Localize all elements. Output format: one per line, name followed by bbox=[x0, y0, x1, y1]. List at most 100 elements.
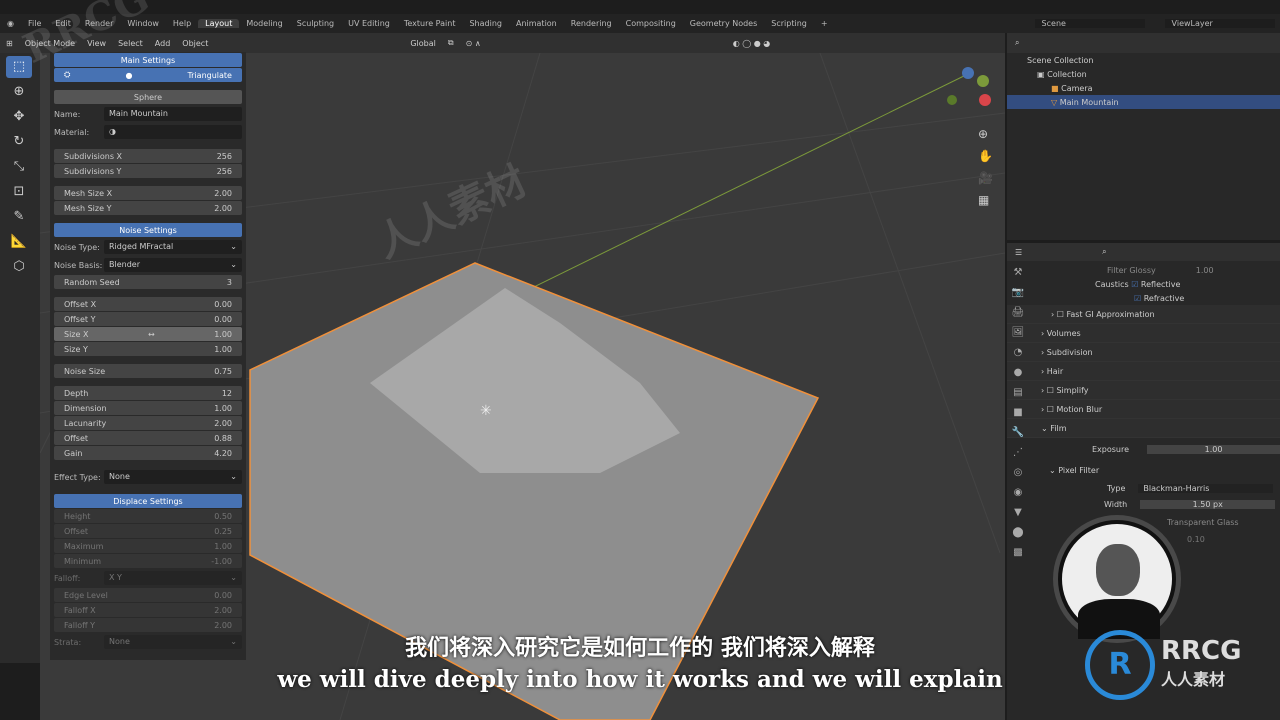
noise-size-field[interactable]: Noise Size 0.75 bbox=[54, 364, 242, 378]
select-tool-icon[interactable]: ⬚ bbox=[6, 56, 32, 78]
filter-type-dropdown[interactable]: Type Blackman-Harris bbox=[1007, 480, 1280, 496]
offset-field[interactable]: Offset 0.88 bbox=[54, 431, 242, 445]
lacunarity-field[interactable]: Lacunarity 2.00 bbox=[54, 416, 242, 430]
minimum-field[interactable]: Minimum -1.00 bbox=[54, 554, 242, 568]
tab-animation[interactable]: Animation bbox=[509, 19, 564, 28]
proportional-edit-icon[interactable]: ⊙ ∧ bbox=[460, 39, 487, 48]
subdivision-panel[interactable]: › Subdivision bbox=[1007, 343, 1280, 362]
falloff-x-field[interactable]: Falloff X 2.00 bbox=[54, 603, 242, 617]
mesh-size-x-field[interactable]: Mesh Size X 2.00 bbox=[54, 186, 242, 200]
presenter-avatar bbox=[1058, 520, 1176, 639]
caustics-reflective-checkbox[interactable]: Caustics ☑ Reflective bbox=[1007, 277, 1280, 291]
triangulate-toggle[interactable]: Triangulate bbox=[187, 71, 232, 80]
viewport-header: ⊞ Object Mode View Select Add Object Glo… bbox=[0, 33, 1005, 53]
pixel-filter-panel[interactable]: ⌄ Pixel Filter bbox=[1007, 460, 1280, 480]
displace-settings-header[interactable]: Displace Settings bbox=[54, 494, 242, 508]
collection-item[interactable]: ▣ Collection bbox=[1007, 67, 1280, 81]
scene-collection-item[interactable]: Scene Collection bbox=[1007, 53, 1280, 67]
shading-mode-buttons[interactable]: ◐ ◯ ● ◕ bbox=[727, 39, 777, 48]
move-tool-icon[interactable]: ✥ bbox=[6, 106, 32, 128]
menu-add[interactable]: Add bbox=[149, 39, 177, 48]
material-label: Material: bbox=[54, 127, 90, 137]
mesh-icon: ▽ bbox=[1051, 97, 1060, 107]
fast-gi-panel[interactable]: › ☐ Fast GI Approximation bbox=[1007, 305, 1280, 324]
tab-layout[interactable]: Layout bbox=[198, 19, 240, 28]
tab-scripting[interactable]: Scripting bbox=[764, 19, 814, 28]
effect-type-dropdown[interactable]: None ⌄ bbox=[104, 470, 242, 484]
height-field[interactable]: Height 0.50 bbox=[54, 509, 242, 523]
scale-tool-icon[interactable]: ⤡ bbox=[6, 156, 32, 178]
edge-level-field[interactable]: Edge Level 0.00 bbox=[54, 588, 242, 602]
gizmo-neg-y bbox=[947, 95, 957, 105]
film-panel[interactable]: ⌄ Film bbox=[1007, 419, 1280, 438]
name-field[interactable]: Main Mountain bbox=[104, 107, 242, 121]
falloff-dropdown[interactable]: X Y ⌄ bbox=[104, 571, 242, 585]
size-y-field[interactable]: Size Y 1.00 bbox=[54, 342, 242, 356]
cursor-tool-icon[interactable]: ⊕ bbox=[6, 81, 32, 103]
motion-blur-panel[interactable]: › ☐ Motion Blur bbox=[1007, 400, 1280, 419]
mesh-size-y-field[interactable]: Mesh Size Y 2.00 bbox=[54, 201, 242, 215]
tab-uv-editing[interactable]: UV Editing bbox=[341, 19, 397, 28]
filter-glossy-field[interactable]: Filter Glossy 1.00 bbox=[1007, 263, 1280, 277]
sphere-toggle[interactable]: Sphere bbox=[54, 90, 242, 104]
navigation-buttons[interactable]: ⊕ ✋ 🎥 ▦ bbox=[978, 123, 993, 211]
tab-rendering[interactable]: Rendering bbox=[564, 19, 619, 28]
measure-tool-icon[interactable]: 📐 bbox=[6, 231, 32, 253]
noise-settings-header[interactable]: Noise Settings bbox=[54, 223, 242, 237]
tab-sculpting[interactable]: Sculpting bbox=[290, 19, 341, 28]
exposure-field[interactable]: Exposure 1.00 bbox=[1007, 438, 1280, 460]
subdivisions-x-field[interactable]: Subdivisions X 256 bbox=[54, 149, 242, 163]
add-workspace-button[interactable]: + bbox=[814, 19, 835, 28]
offset-y-field[interactable]: Offset Y 0.00 bbox=[54, 312, 242, 326]
maximum-field[interactable]: Maximum 1.00 bbox=[54, 539, 242, 553]
tab-shading[interactable]: Shading bbox=[462, 19, 509, 28]
annotate-tool-icon[interactable]: ✎ bbox=[6, 206, 32, 228]
hair-panel[interactable]: › Hair bbox=[1007, 362, 1280, 381]
gain-field[interactable]: Gain 4.20 bbox=[54, 446, 242, 460]
noise-basis-label: Noise Basis: bbox=[54, 260, 103, 270]
dimension-field[interactable]: Dimension 1.00 bbox=[54, 401, 242, 415]
noise-type-dropdown[interactable]: Ridged MFractal ⌄ bbox=[104, 240, 242, 254]
filter-width-field[interactable]: Width 1.50 px bbox=[1007, 496, 1280, 512]
rotate-tool-icon[interactable]: ↻ bbox=[6, 131, 32, 153]
volumes-panel[interactable]: › Volumes bbox=[1007, 324, 1280, 343]
outliner: ⌕ Scene Collection ▣ Collection ■ Camera… bbox=[1007, 33, 1280, 240]
snap-icon[interactable]: ⧉ bbox=[442, 38, 460, 48]
main-settings-header[interactable]: Main Settings bbox=[54, 53, 242, 67]
caustics-refractive-checkbox[interactable]: ☑ Refractive bbox=[1007, 291, 1280, 305]
add-cube-tool-icon[interactable]: ⬡ bbox=[6, 256, 32, 278]
tab-modeling[interactable]: Modeling bbox=[239, 19, 289, 28]
tab-geometry-nodes[interactable]: Geometry Nodes bbox=[683, 19, 764, 28]
tab-texture-paint[interactable]: Texture Paint bbox=[397, 19, 463, 28]
tool-shelf: ⬚ ⊕ ✥ ↻ ⤡ ⊡ ✎ 📐 ⬡ bbox=[0, 53, 40, 663]
transform-tool-icon[interactable]: ⊡ bbox=[6, 181, 32, 203]
view-layer-selector[interactable]: ViewLayer bbox=[1164, 19, 1275, 28]
camera-icon: ■ bbox=[1051, 83, 1062, 93]
material-field[interactable]: ◑ bbox=[104, 125, 242, 139]
orientation-dropdown[interactable]: Global bbox=[404, 39, 442, 48]
menu-help[interactable]: Help bbox=[166, 19, 198, 28]
gizmo-z bbox=[962, 67, 974, 79]
menu-select[interactable]: Select bbox=[112, 39, 149, 48]
smooth-icon[interactable]: ⛭ bbox=[64, 70, 70, 80]
displace-offset-field[interactable]: Offset 0.25 bbox=[54, 524, 242, 538]
depth-field[interactable]: Depth 12 bbox=[54, 386, 242, 400]
size-x-field[interactable]: Size X ↔ 1.00 bbox=[54, 327, 242, 341]
tab-compositing[interactable]: Compositing bbox=[619, 19, 683, 28]
shade-icon[interactable]: ● bbox=[125, 71, 132, 80]
outliner-item-camera[interactable]: ■ Camera bbox=[1007, 81, 1280, 95]
subdivisions-y-field[interactable]: Subdivisions Y 256 bbox=[54, 164, 242, 178]
offset-x-field[interactable]: Offset X 0.00 bbox=[54, 297, 242, 311]
properties-header: ☰ ⌕ bbox=[1007, 243, 1280, 261]
random-seed-field[interactable]: Random Seed 3 bbox=[54, 275, 242, 289]
properties-tabs[interactable]: ⚒ 📷 🖨 🖼 ◔ ● ▤ ■ 🔧 ⋰ ◎ ◉ ▼ ⬤ ▩ bbox=[1007, 263, 1029, 563]
search-icon: ⌕ bbox=[1015, 38, 1020, 47]
blender-logo-icon[interactable]: ◉ bbox=[0, 19, 21, 28]
scene-selector[interactable]: Scene bbox=[1034, 19, 1145, 28]
noise-basis-dropdown[interactable]: Blender ⌄ bbox=[104, 258, 242, 272]
outliner-item-main-mountain[interactable]: ▽ Main Mountain bbox=[1007, 95, 1280, 109]
editor-type-icon[interactable]: ⊞ bbox=[0, 39, 19, 48]
search-icon: ⌕ bbox=[1102, 247, 1107, 256]
menu-object[interactable]: Object bbox=[176, 39, 214, 48]
simplify-panel[interactable]: › ☐ Simplify bbox=[1007, 381, 1280, 400]
